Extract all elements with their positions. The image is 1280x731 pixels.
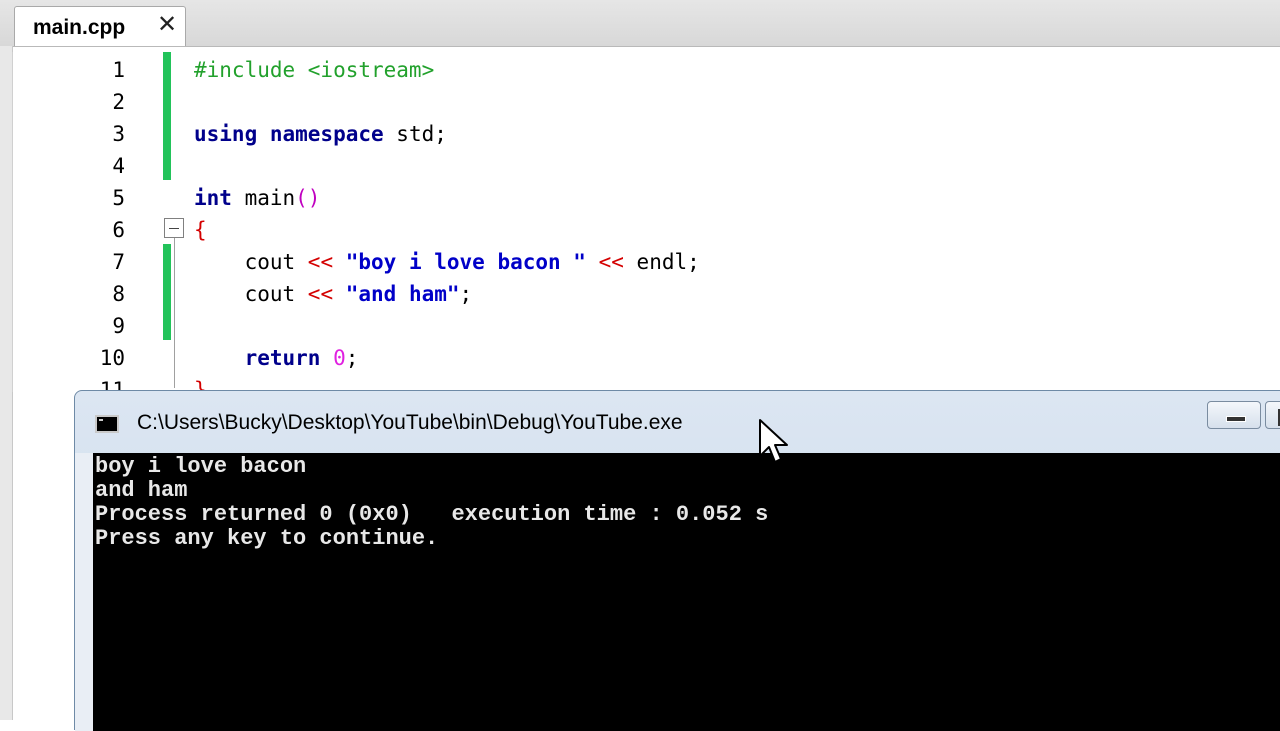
line-number: 1 (112, 58, 125, 82)
console-output-line: Press any key to continue. (95, 526, 439, 551)
code-token: int (194, 186, 232, 210)
line-number: 4 (112, 154, 125, 178)
code-token: cout (194, 250, 308, 274)
code-token: return (194, 346, 321, 370)
line-number: 3 (112, 122, 125, 146)
minimize-button[interactable] (1207, 401, 1261, 429)
change-marker-bar (163, 244, 171, 340)
console-app-icon (95, 415, 119, 433)
code-line: return 0; (194, 342, 359, 374)
code-token: ; (459, 282, 473, 306)
mouse-pointer-icon (759, 419, 788, 463)
code-line: cout << "and ham"; (194, 278, 473, 310)
line-number: 6 (112, 218, 125, 242)
line-number: 10 (99, 346, 125, 370)
code-line: using namespace std; (194, 118, 447, 150)
code-token: cout (194, 282, 308, 306)
code-token: std; (383, 122, 447, 146)
console-output-text: boy i love bacon and ham Process returned … (95, 455, 768, 551)
code-token: << (598, 250, 624, 274)
code-token: ; (345, 346, 359, 370)
code-token: using namespace (194, 122, 384, 146)
close-icon[interactable]: ✕ (157, 13, 177, 37)
console-output-line: Process returned 0 (0x0) execution time … (95, 502, 769, 527)
fold-collapse-icon[interactable] (164, 218, 184, 238)
line-number: 2 (112, 90, 125, 114)
change-marker-bar (163, 52, 171, 180)
editor-tab-bar: main.cpp ✕ (0, 0, 1280, 47)
code-token: << (307, 250, 334, 274)
code-line: { (194, 214, 207, 246)
maximize-button[interactable] (1265, 401, 1280, 429)
console-title: C:\Users\Bucky\Desktop\YouTube\bin\Debug… (137, 411, 683, 434)
code-line: #include <iostream> (194, 54, 434, 86)
fold-guide-line (174, 238, 175, 388)
console-output-area[interactable]: boy i love bacon and ham Process returned … (93, 453, 1280, 731)
code-token: endl; (623, 250, 700, 274)
code-token: main (231, 186, 296, 210)
console-output-line: and ham (95, 478, 188, 503)
code-token: 0 (320, 346, 346, 370)
code-token: #include <iostream> (194, 58, 435, 82)
code-token: () (295, 186, 321, 210)
code-editor[interactable]: 1234567891011 #include <iostream>using n… (12, 52, 1280, 402)
code-token: "and ham" (333, 282, 460, 306)
code-line: int main() (194, 182, 320, 214)
line-number: 9 (112, 314, 125, 338)
code-token: << (307, 282, 334, 306)
console-window[interactable]: C:\Users\Bucky\Desktop\YouTube\bin\Debug… (74, 390, 1280, 731)
code-token: { (194, 218, 207, 242)
tab-label: main.cpp (33, 16, 126, 39)
code-line: cout << "boy i love bacon " << endl; (194, 246, 700, 278)
console-output-line: boy i love bacon (95, 454, 307, 479)
console-frame-left (75, 453, 93, 731)
line-number: 8 (112, 282, 125, 306)
line-number: 7 (112, 250, 125, 274)
line-number: 5 (112, 186, 125, 210)
tab-main-cpp[interactable]: main.cpp ✕ (14, 6, 186, 46)
code-token: "boy i love bacon " (333, 250, 599, 274)
